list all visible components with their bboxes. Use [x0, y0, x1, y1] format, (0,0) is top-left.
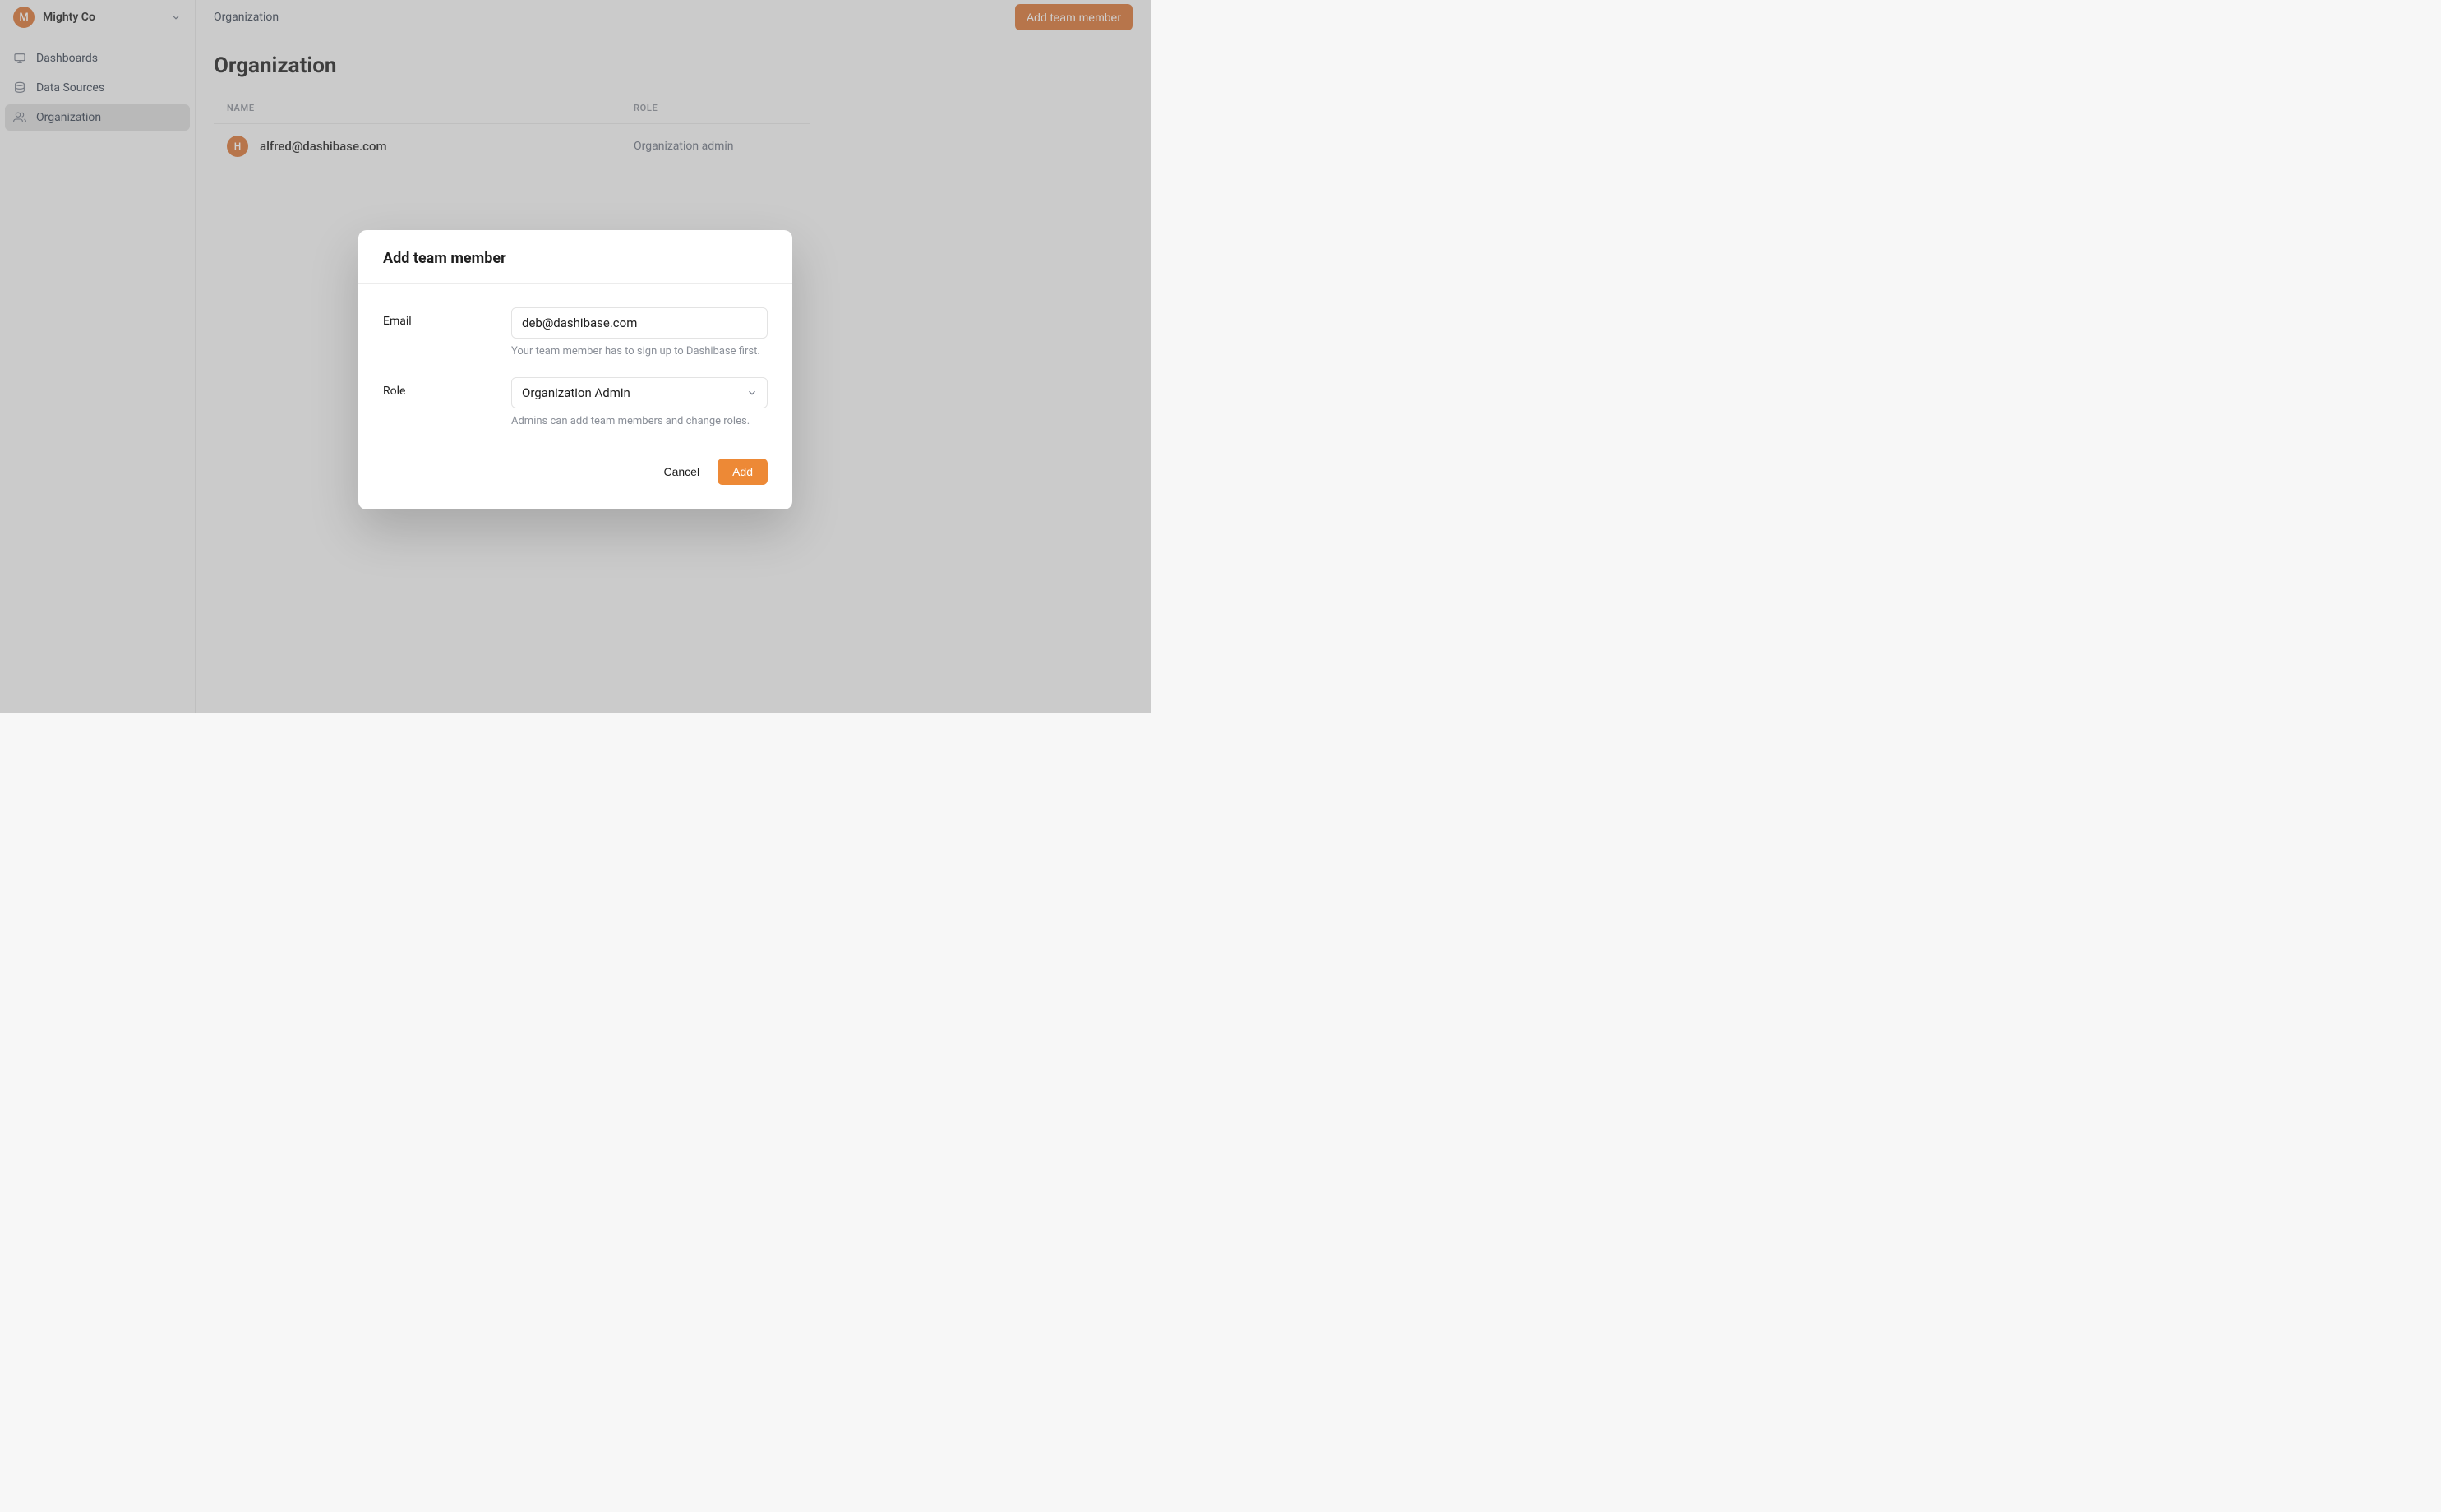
add-team-member-modal: Add team member Email Your team member h… [358, 230, 792, 509]
email-control: Your team member has to sign up to Dashi… [511, 307, 768, 357]
role-hint: Admins can add team members and change r… [511, 415, 768, 427]
modal-body: Email Your team member has to sign up to… [358, 284, 792, 452]
email-hint: Your team member has to sign up to Dashi… [511, 345, 768, 357]
role-label: Role [383, 377, 511, 427]
modal-footer: Cancel Add [358, 452, 792, 509]
role-select[interactable]: Organization Admin [511, 377, 768, 408]
modal-overlay[interactable]: Add team member Email Your team member h… [0, 0, 1151, 713]
role-control: Organization Admin Admins can add team m… [511, 377, 768, 427]
email-label: Email [383, 307, 511, 357]
modal-title: Add team member [383, 250, 768, 267]
form-row-email: Email Your team member has to sign up to… [383, 307, 768, 357]
form-row-role: Role Organization Admin Admins can add t… [383, 377, 768, 427]
role-select-wrap: Organization Admin [511, 377, 768, 408]
email-input[interactable] [511, 307, 768, 339]
modal-header: Add team member [358, 230, 792, 284]
cancel-button[interactable]: Cancel [663, 465, 699, 478]
add-button[interactable]: Add [718, 459, 768, 485]
